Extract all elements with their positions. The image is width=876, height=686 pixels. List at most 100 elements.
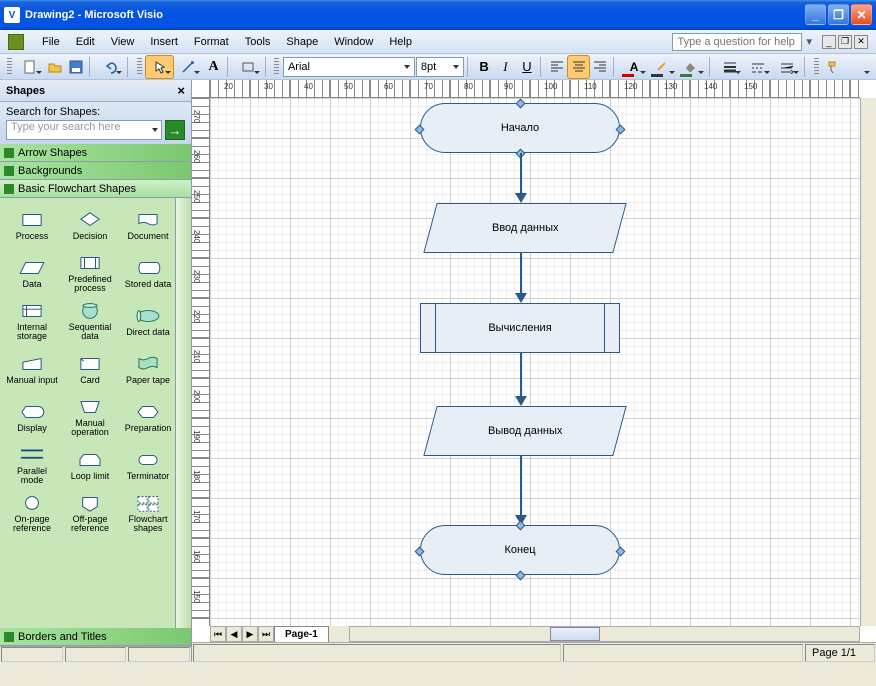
- shape-direct-data[interactable]: Direct data: [120, 298, 176, 344]
- shape-paper-tape[interactable]: Paper tape: [120, 346, 176, 392]
- shape-preparation[interactable]: Preparation: [120, 394, 176, 440]
- menu-insert[interactable]: Insert: [142, 34, 186, 50]
- page-tabs-bar: ⏮ ◀ ▶ ⏭ Page-1: [210, 626, 860, 642]
- vertical-ruler[interactable]: 270260250240230220210200190180170160150: [192, 98, 210, 626]
- menu-view[interactable]: View: [103, 34, 143, 50]
- line-color-button[interactable]: [649, 56, 677, 78]
- pointer-tool[interactable]: [146, 56, 174, 78]
- connector-tool[interactable]: [174, 56, 202, 78]
- shape-process[interactable]: Process: [4, 202, 60, 248]
- shape-card[interactable]: Card: [62, 346, 118, 392]
- shape-document[interactable]: Document: [120, 202, 176, 248]
- menu-help[interactable]: Help: [381, 34, 420, 50]
- shape-parallel-mode[interactable]: Parallel mode: [4, 442, 60, 488]
- shape-manual-operation[interactable]: Manual operation: [62, 394, 118, 440]
- menu-bar: File Edit View Insert Format Tools Shape…: [0, 30, 876, 54]
- maximize-button[interactable]: ❐: [828, 4, 849, 25]
- tab-nav-next[interactable]: ▶: [242, 626, 258, 642]
- flowchart-end[interactable]: Конец: [420, 525, 620, 575]
- toolbar-grip[interactable]: [7, 58, 12, 76]
- fill-color-button[interactable]: [678, 56, 706, 78]
- shapes-search-go[interactable]: →: [165, 120, 185, 140]
- stencil-borders-titles[interactable]: Borders and Titles: [0, 628, 191, 646]
- stencil-backgrounds[interactable]: Backgrounds: [0, 162, 191, 180]
- shape-flowchart-shapes[interactable]: Flowchart shapes: [120, 490, 176, 536]
- horizontal-ruler[interactable]: 2030405060708090100110120130140150: [210, 80, 860, 98]
- shapes-search-input[interactable]: Type your search here: [6, 120, 162, 140]
- shape-terminator[interactable]: Terminator: [120, 442, 176, 488]
- drawing-canvas[interactable]: Начало Ввод данных Вычисления Вывод данн…: [210, 98, 860, 626]
- app-icon: V: [4, 7, 20, 23]
- close-button[interactable]: ✕: [851, 4, 872, 25]
- line-weight-button[interactable]: [716, 56, 744, 78]
- shape-predefined-process[interactable]: Predefined process: [62, 250, 118, 296]
- new-button[interactable]: [16, 56, 44, 78]
- shape-stored-data[interactable]: Stored data: [120, 250, 176, 296]
- menu-edit[interactable]: Edit: [68, 34, 103, 50]
- italic-button[interactable]: I: [495, 56, 515, 78]
- more-button[interactable]: [844, 56, 872, 78]
- format-painter-button[interactable]: [823, 56, 843, 78]
- mdi-restore[interactable]: ❐: [838, 35, 852, 49]
- tab-nav-last[interactable]: ⏭: [258, 626, 274, 642]
- flowchart-start[interactable]: Начало: [420, 103, 620, 153]
- font-name-select[interactable]: Arial: [283, 57, 415, 77]
- font-size-select[interactable]: 8pt: [416, 57, 464, 77]
- shape-loop-limit[interactable]: Loop limit: [62, 442, 118, 488]
- flowchart-process[interactable]: Вычисления: [420, 303, 620, 353]
- page-indicator: Page 1/1: [805, 644, 875, 662]
- menu-window[interactable]: Window: [326, 34, 381, 50]
- minimize-button[interactable]: _: [805, 4, 826, 25]
- menu-file[interactable]: File: [34, 34, 68, 50]
- shape-manual-input[interactable]: Manual input: [4, 346, 60, 392]
- stencil-scrollbar[interactable]: [175, 198, 191, 628]
- stencil-basic-flowchart[interactable]: Basic Flowchart Shapes: [0, 180, 191, 198]
- shape-decision[interactable]: Decision: [62, 202, 118, 248]
- line-ends-button[interactable]: [773, 56, 801, 78]
- save-button[interactable]: [66, 56, 86, 78]
- rectangle-tool[interactable]: [234, 56, 262, 78]
- align-right-button[interactable]: [590, 56, 610, 78]
- menu-format[interactable]: Format: [186, 34, 237, 50]
- shapes-panel-status: [0, 646, 191, 662]
- flowchart-output[interactable]: Вывод данных: [423, 406, 626, 456]
- mdi-minimize[interactable]: _: [822, 35, 836, 49]
- mdi-close[interactable]: ✕: [854, 35, 868, 49]
- stencil-arrow-shapes[interactable]: Arrow Shapes: [0, 144, 191, 162]
- visio-icon: [8, 34, 24, 50]
- menu-tools[interactable]: Tools: [237, 34, 279, 50]
- shape-on-page-reference[interactable]: On-page reference: [4, 490, 60, 536]
- ruler-corner: [192, 80, 210, 98]
- help-search-input[interactable]: [672, 33, 802, 51]
- shapes-close-button[interactable]: ×: [177, 83, 185, 98]
- font-color-button[interactable]: A: [620, 56, 648, 78]
- flowchart-input[interactable]: Ввод данных: [423, 203, 626, 253]
- underline-button[interactable]: U: [517, 56, 537, 78]
- shape-off-page-reference[interactable]: Off-page reference: [62, 490, 118, 536]
- toolbar-grip[interactable]: [137, 58, 142, 76]
- toolbar-grip[interactable]: [814, 58, 819, 76]
- toolbar-grip[interactable]: [274, 58, 279, 76]
- shape-internal-storage[interactable]: Internal storage: [4, 298, 60, 344]
- shape-sequential-data[interactable]: Sequential data: [62, 298, 118, 344]
- menu-shape[interactable]: Shape: [278, 34, 326, 50]
- vertical-scrollbar[interactable]: [860, 98, 876, 626]
- shape-display[interactable]: Display: [4, 394, 60, 440]
- align-center-button[interactable]: [568, 56, 588, 78]
- status-bar: Page 1/1: [192, 642, 876, 662]
- text-tool[interactable]: A: [203, 56, 223, 78]
- line-pattern-button[interactable]: [744, 56, 772, 78]
- shape-data[interactable]: Data: [4, 250, 60, 296]
- tab-nav-prev[interactable]: ◀: [226, 626, 242, 642]
- undo-button[interactable]: [96, 56, 124, 78]
- canvas-area: 2030405060708090100110120130140150 27026…: [192, 80, 876, 662]
- window-title: Drawing2 - Microsoft Visio: [25, 9, 163, 21]
- shapes-panel-title: Shapes: [6, 85, 45, 97]
- bold-button[interactable]: B: [474, 56, 494, 78]
- tab-nav-first[interactable]: ⏮: [210, 626, 226, 642]
- page-tab-1[interactable]: Page-1: [274, 626, 329, 642]
- align-left-button[interactable]: [547, 56, 567, 78]
- stencil-shapes-list: ProcessDecisionDocument DataPredefined pr…: [0, 198, 191, 628]
- open-button[interactable]: [45, 56, 65, 78]
- horizontal-scrollbar[interactable]: [349, 626, 860, 642]
